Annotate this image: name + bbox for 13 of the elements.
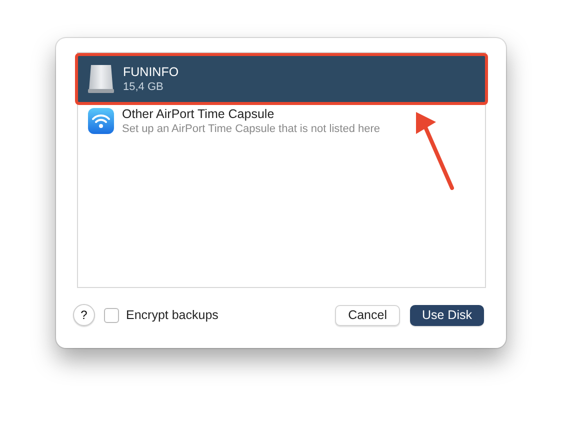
use-disk-button[interactable]: Use Disk: [410, 304, 484, 326]
cancel-button[interactable]: Cancel: [335, 304, 400, 326]
wifi-icon: [88, 108, 114, 134]
disk-detail: Set up an AirPort Time Capsule that is not listed here: [122, 123, 380, 135]
disk-name: Other AirPort Time Capsule: [122, 107, 276, 121]
drive-icon: [87, 64, 115, 94]
disk-name: FUNINFO: [123, 65, 179, 79]
disk-detail: 15,4 GB: [123, 81, 164, 93]
help-button[interactable]: ?: [73, 304, 95, 326]
checkbox-label: Encrypt backups: [126, 308, 218, 322]
disk-item[interactable]: FUNINFO 15,4 GB: [77, 55, 486, 103]
disk-item[interactable]: Other AirPort Time Capsule Set up an AirPort Time Capsule that is not listed here: [78, 103, 485, 139]
checkbox[interactable]: [104, 308, 119, 322]
